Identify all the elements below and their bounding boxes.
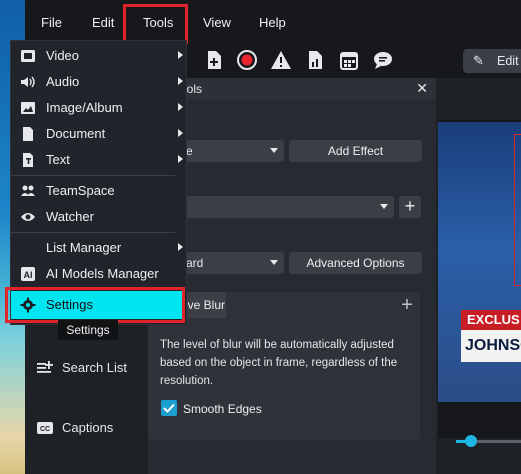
- document-icon: [23, 127, 33, 141]
- search-list-icon: [37, 361, 53, 373]
- report-icon[interactable]: [304, 49, 326, 71]
- calendar-icon[interactable]: [338, 49, 360, 71]
- news-banner-name: JOHNSO: [461, 330, 521, 362]
- menu-help[interactable]: Help: [259, 10, 286, 36]
- menu-item-label: Text: [46, 152, 70, 167]
- menu-item-list-manager[interactable]: List Manager: [10, 235, 185, 261]
- menu-item-label: AI Models Manager: [46, 266, 159, 281]
- menu-item-label: List Manager: [46, 240, 122, 255]
- edit-mode-label: Edit M: [497, 54, 521, 68]
- chevron-right-icon: [178, 103, 183, 111]
- svg-text:CC: CC: [40, 426, 50, 433]
- add-object-button[interactable]: +: [399, 196, 421, 218]
- chevron-down-icon: [380, 204, 388, 209]
- chat-icon[interactable]: [372, 49, 394, 71]
- tab-label: ive Blur: [185, 298, 226, 312]
- chevron-right-icon: [178, 51, 183, 59]
- advanced-options-button[interactable]: Advanced Options: [289, 252, 422, 274]
- menu-item-image-album[interactable]: Image/Album: [10, 95, 185, 121]
- menu-item-document[interactable]: Document: [10, 121, 185, 147]
- close-icon[interactable]: ✕: [416, 80, 428, 97]
- audio-icon: [21, 76, 35, 88]
- object-dropdown[interactable]: [160, 196, 394, 218]
- record-icon[interactable]: [236, 49, 258, 71]
- edit-mode-button[interactable]: ✎ Edit M: [463, 49, 521, 73]
- menu-item-label: Image/Album: [46, 100, 123, 115]
- menu-item-label: Video: [46, 48, 80, 63]
- detection-box: [514, 134, 521, 286]
- menu-item-text[interactable]: Text: [10, 147, 185, 173]
- chevron-right-icon: [178, 129, 183, 137]
- settings-highlight-border: [5, 287, 185, 323]
- menu-item-ai-models-manager[interactable]: AI AI Models Manager: [10, 261, 185, 287]
- ai-icon: AI: [21, 267, 35, 281]
- eye-icon: [21, 213, 35, 221]
- menu-item-video[interactable]: Video: [10, 43, 185, 69]
- menu-item-label: Document: [46, 126, 106, 141]
- add-effect-button[interactable]: Add Effect: [289, 140, 422, 162]
- menu-view[interactable]: View: [203, 10, 231, 36]
- settings-tooltip: Settings: [58, 320, 118, 340]
- team-icon: [21, 185, 35, 196]
- chevron-right-icon: [178, 243, 183, 251]
- pencil-icon: ✎: [473, 53, 484, 68]
- menu-item-teamspace[interactable]: TeamSpace: [10, 178, 185, 204]
- menu-item-label: Audio: [46, 74, 80, 89]
- menu-item-label: Watcher: [46, 209, 94, 224]
- chevron-down-icon: [270, 148, 278, 153]
- chevron-right-icon: [178, 77, 183, 85]
- timeline-handle[interactable]: [465, 435, 477, 447]
- menu-item-watcher[interactable]: Watcher: [10, 204, 185, 230]
- add-file-icon[interactable]: [203, 49, 225, 71]
- panel-header: ools ✕: [148, 78, 436, 100]
- chevron-down-icon: [270, 260, 278, 265]
- blur-description: The level of blur will be automatically …: [160, 339, 398, 387]
- menu-divider: [10, 175, 175, 176]
- smooth-edges-checkbox[interactable]: [161, 400, 177, 416]
- add-tab-button[interactable]: +: [396, 292, 418, 318]
- smooth-edges-label: Smooth Edges: [183, 402, 262, 416]
- captions-icon: CC: [37, 422, 53, 434]
- sidebar-item-label: Captions: [62, 420, 114, 435]
- sidebar-item-label: Search List: [62, 360, 128, 375]
- menu-divider: [10, 232, 175, 233]
- text-icon: [23, 153, 33, 167]
- chevron-right-icon: [178, 155, 183, 163]
- menu-item-audio[interactable]: Audio: [10, 69, 185, 95]
- svg-text:AI: AI: [24, 270, 33, 280]
- image-icon: [21, 102, 35, 114]
- menu-item-label: TeamSpace: [46, 183, 115, 198]
- news-banner-top: EXCLUS: [461, 310, 521, 330]
- warning-icon[interactable]: [270, 49, 292, 71]
- menu-file[interactable]: File: [41, 10, 62, 36]
- video-icon: [21, 50, 35, 62]
- dropdown-value: ard: [186, 256, 204, 270]
- menu-edit[interactable]: Edit: [92, 10, 114, 36]
